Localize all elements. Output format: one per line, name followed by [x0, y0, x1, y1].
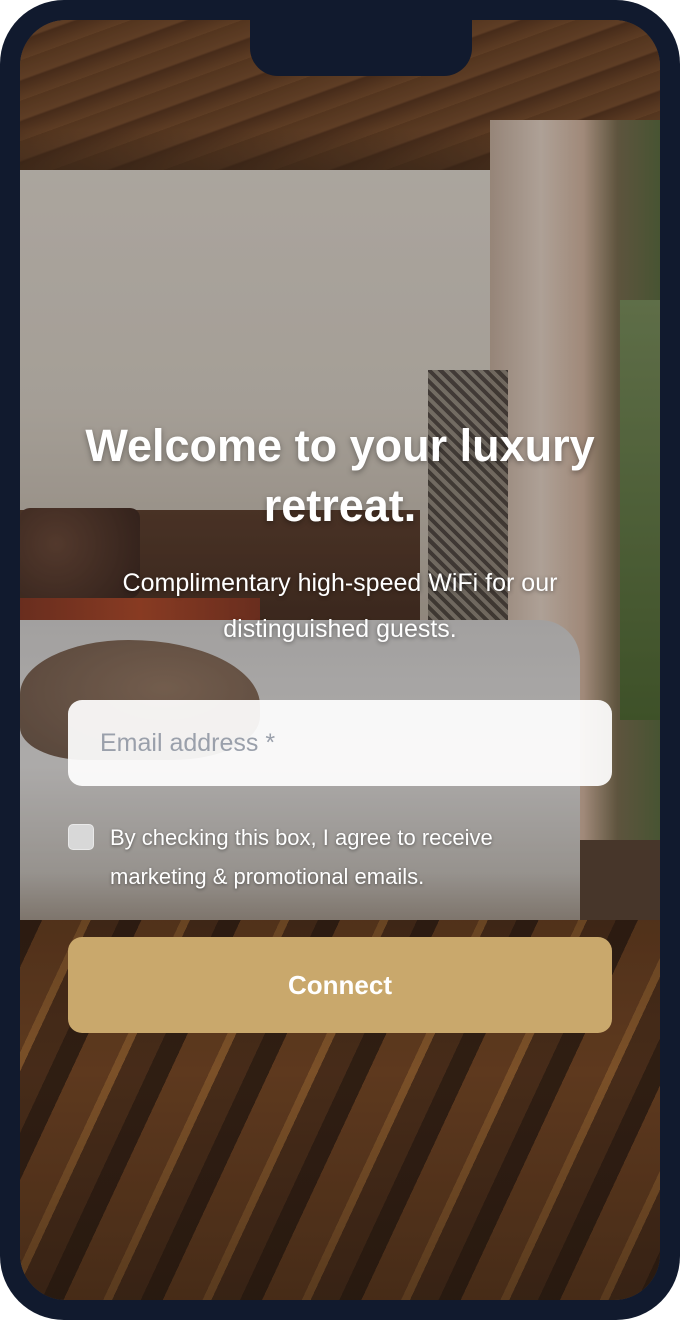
device-notch: [250, 20, 472, 76]
email-field[interactable]: [68, 700, 612, 786]
screen: Welcome to your luxury retreat. Complime…: [20, 20, 660, 1300]
marketing-consent: By checking this box, I agree to receive…: [68, 820, 588, 900]
page-title: Welcome to your luxury retreat.: [85, 420, 595, 531]
consent-checkbox[interactable]: [68, 824, 94, 850]
consent-label: By checking this box, I agree to receive…: [110, 825, 493, 889]
device-frame: Welcome to your luxury retreat. Complime…: [0, 0, 680, 1320]
connect-button[interactable]: Connect: [68, 937, 612, 1033]
portal-content: Welcome to your luxury retreat. Complime…: [20, 20, 660, 1300]
page-subtitle: Complimentary high-speed WiFi for our di…: [122, 569, 558, 643]
